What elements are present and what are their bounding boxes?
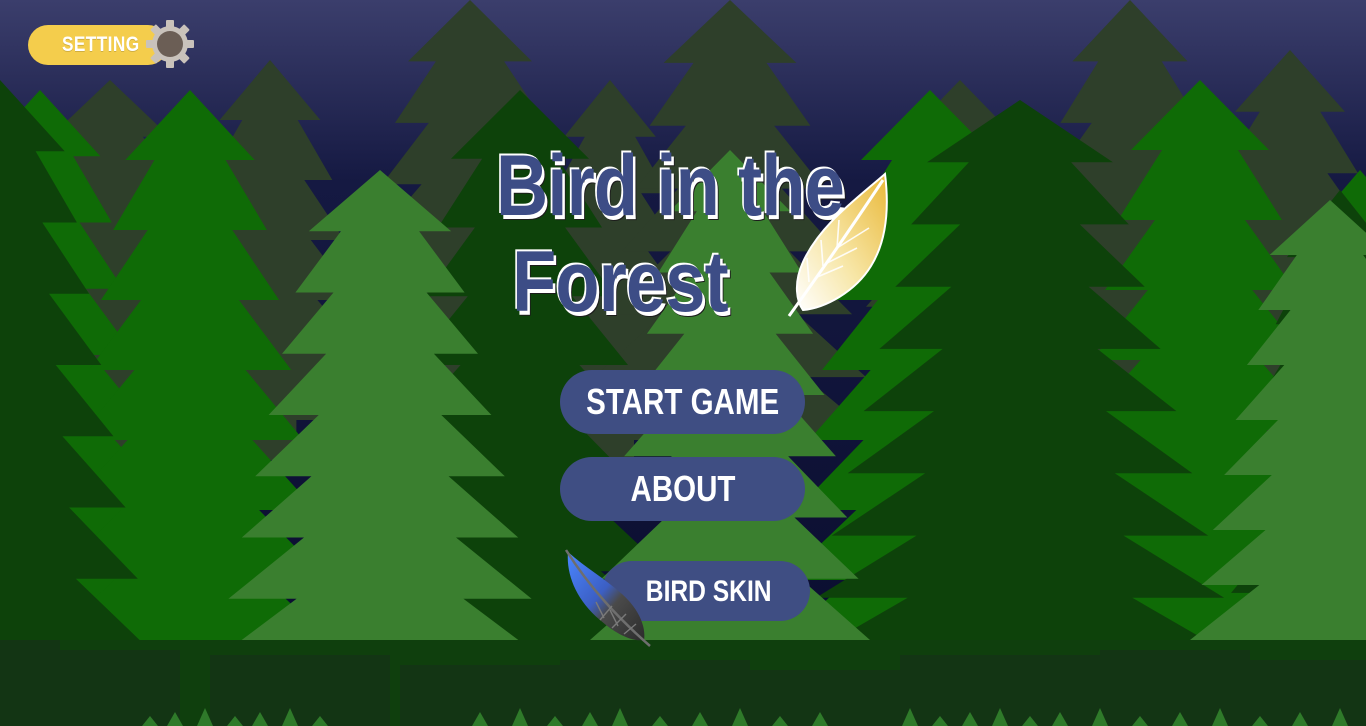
ground-block — [1100, 650, 1250, 726]
about-label: ABOUT — [630, 468, 735, 509]
ground-block — [1250, 660, 1366, 726]
blue-feather-icon[interactable] — [560, 548, 655, 648]
about-button[interactable]: ABOUT — [560, 457, 805, 521]
ground-block — [210, 655, 390, 726]
bird-skin-label: BIRD SKIN — [646, 575, 772, 608]
ground-block — [750, 670, 900, 726]
ground-block — [40, 650, 180, 726]
gear-icon[interactable] — [145, 19, 195, 69]
start-game-button[interactable]: START GAME — [560, 370, 805, 434]
setting-label: SETTING — [62, 33, 140, 56]
gold-feather-icon — [787, 172, 888, 317]
start-game-label: START GAME — [586, 381, 779, 422]
